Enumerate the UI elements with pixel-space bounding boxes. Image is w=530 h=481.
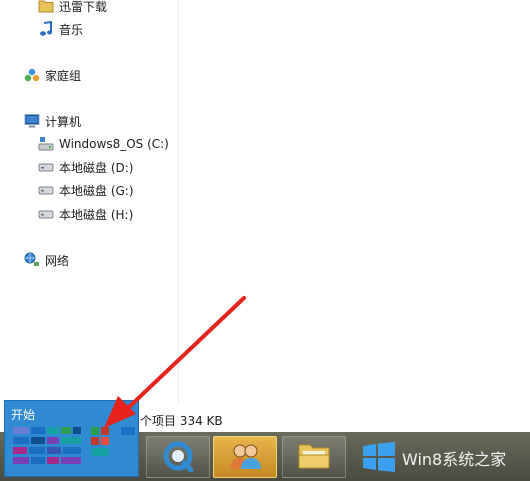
taskbar-button-users[interactable] <box>213 436 277 478</box>
nav-item-label: 迅雷下载 <box>59 0 108 14</box>
browser-icon <box>160 439 196 476</box>
nav-item-drive-g[interactable]: 本地磁盘 (G:) <box>38 180 134 200</box>
homegroup-icon <box>24 67 40 83</box>
computer-icon <box>24 113 40 129</box>
drive-icon <box>38 182 54 198</box>
taskbar-button-file-explorer[interactable] <box>282 436 346 478</box>
nav-item-label: 网络 <box>45 253 70 268</box>
drive-icon <box>38 206 54 222</box>
folder-icon <box>38 0 54 14</box>
nav-item-label: 本地磁盘 (D:) <box>59 160 134 175</box>
nav-item-drive-c[interactable]: Windows8_OS (C:) <box>38 134 169 154</box>
status-item-count: 个项目 334 KB <box>140 414 223 428</box>
start-button[interactable]: 开始 <box>4 400 139 477</box>
watermark: Win8系统之家 <box>362 441 507 475</box>
windows-logo-icon <box>362 441 396 475</box>
nav-item-drive-h[interactable]: 本地磁盘 (H:) <box>38 204 133 224</box>
nav-item-music[interactable]: 音乐 <box>38 19 83 39</box>
network-icon <box>24 252 40 268</box>
nav-item-label: Windows8_OS (C:) <box>59 137 169 151</box>
nav-item-network[interactable]: 网络 <box>24 250 69 270</box>
watermark-text: Win8系统之家 <box>402 450 507 469</box>
nav-item-computer[interactable]: 计算机 <box>24 111 81 131</box>
taskbar-button-browser[interactable] <box>146 436 210 478</box>
nav-item-label: 计算机 <box>45 114 82 129</box>
music-icon <box>38 21 54 37</box>
start-label: 开始 <box>11 408 36 422</box>
nav-item-homegroup[interactable]: 家庭组 <box>24 65 81 85</box>
nav-item-label: 本地磁盘 (H:) <box>59 207 134 222</box>
nav-item-drive-d[interactable]: 本地磁盘 (D:) <box>38 157 133 177</box>
nav-item-label: 家庭组 <box>45 68 82 83</box>
system-drive-icon <box>38 136 54 152</box>
nav-item-label: 本地磁盘 (G:) <box>59 183 134 198</box>
nav-item-label: 音乐 <box>59 22 84 37</box>
file-explorer-icon <box>295 439 333 476</box>
pane-divider[interactable] <box>178 0 179 432</box>
users-icon <box>227 439 263 476</box>
nav-item-xunlei-downloads[interactable]: 迅雷下载 <box>38 0 107 16</box>
drive-icon <box>38 159 54 175</box>
